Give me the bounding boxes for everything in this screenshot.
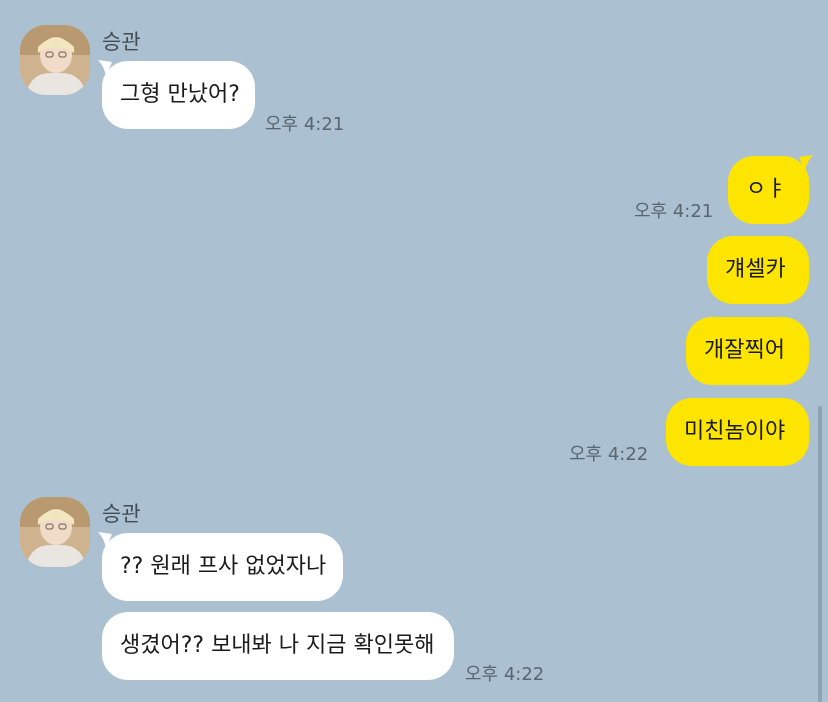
message-time: 오후 4:22	[569, 444, 649, 465]
sender-avatar[interactable]	[20, 497, 90, 567]
chat-room: 승관 그형 만났어? 오후 4:21 ㅇㅑ 오후 4:21 걔셀카 개잘찍어 미…	[0, 0, 828, 702]
message-bubble[interactable]: 생겼어?? 보내봐 나 지금 확인못해	[102, 612, 454, 680]
profile-photo-icon	[20, 25, 90, 95]
message-bubble[interactable]: ?? 원래 프사 없었자나	[102, 533, 343, 601]
message-bubble[interactable]: 그형 만났어?	[102, 61, 255, 129]
sender-name: 승관	[102, 30, 141, 54]
message-time: 오후 4:22	[465, 664, 545, 685]
message-bubble[interactable]: 걔셀카	[707, 236, 809, 304]
sender-name: 승관	[102, 502, 141, 526]
message-bubble[interactable]: 미친놈이야	[666, 398, 809, 466]
message-time: 오후 4:21	[634, 201, 714, 222]
scrollbar[interactable]	[818, 406, 822, 702]
message-time: 오후 4:21	[265, 114, 345, 135]
message-bubble[interactable]: ㅇㅑ	[728, 156, 809, 224]
sender-avatar[interactable]	[20, 25, 90, 95]
message-bubble[interactable]: 개잘찍어	[686, 317, 809, 385]
profile-photo-icon	[20, 497, 90, 567]
